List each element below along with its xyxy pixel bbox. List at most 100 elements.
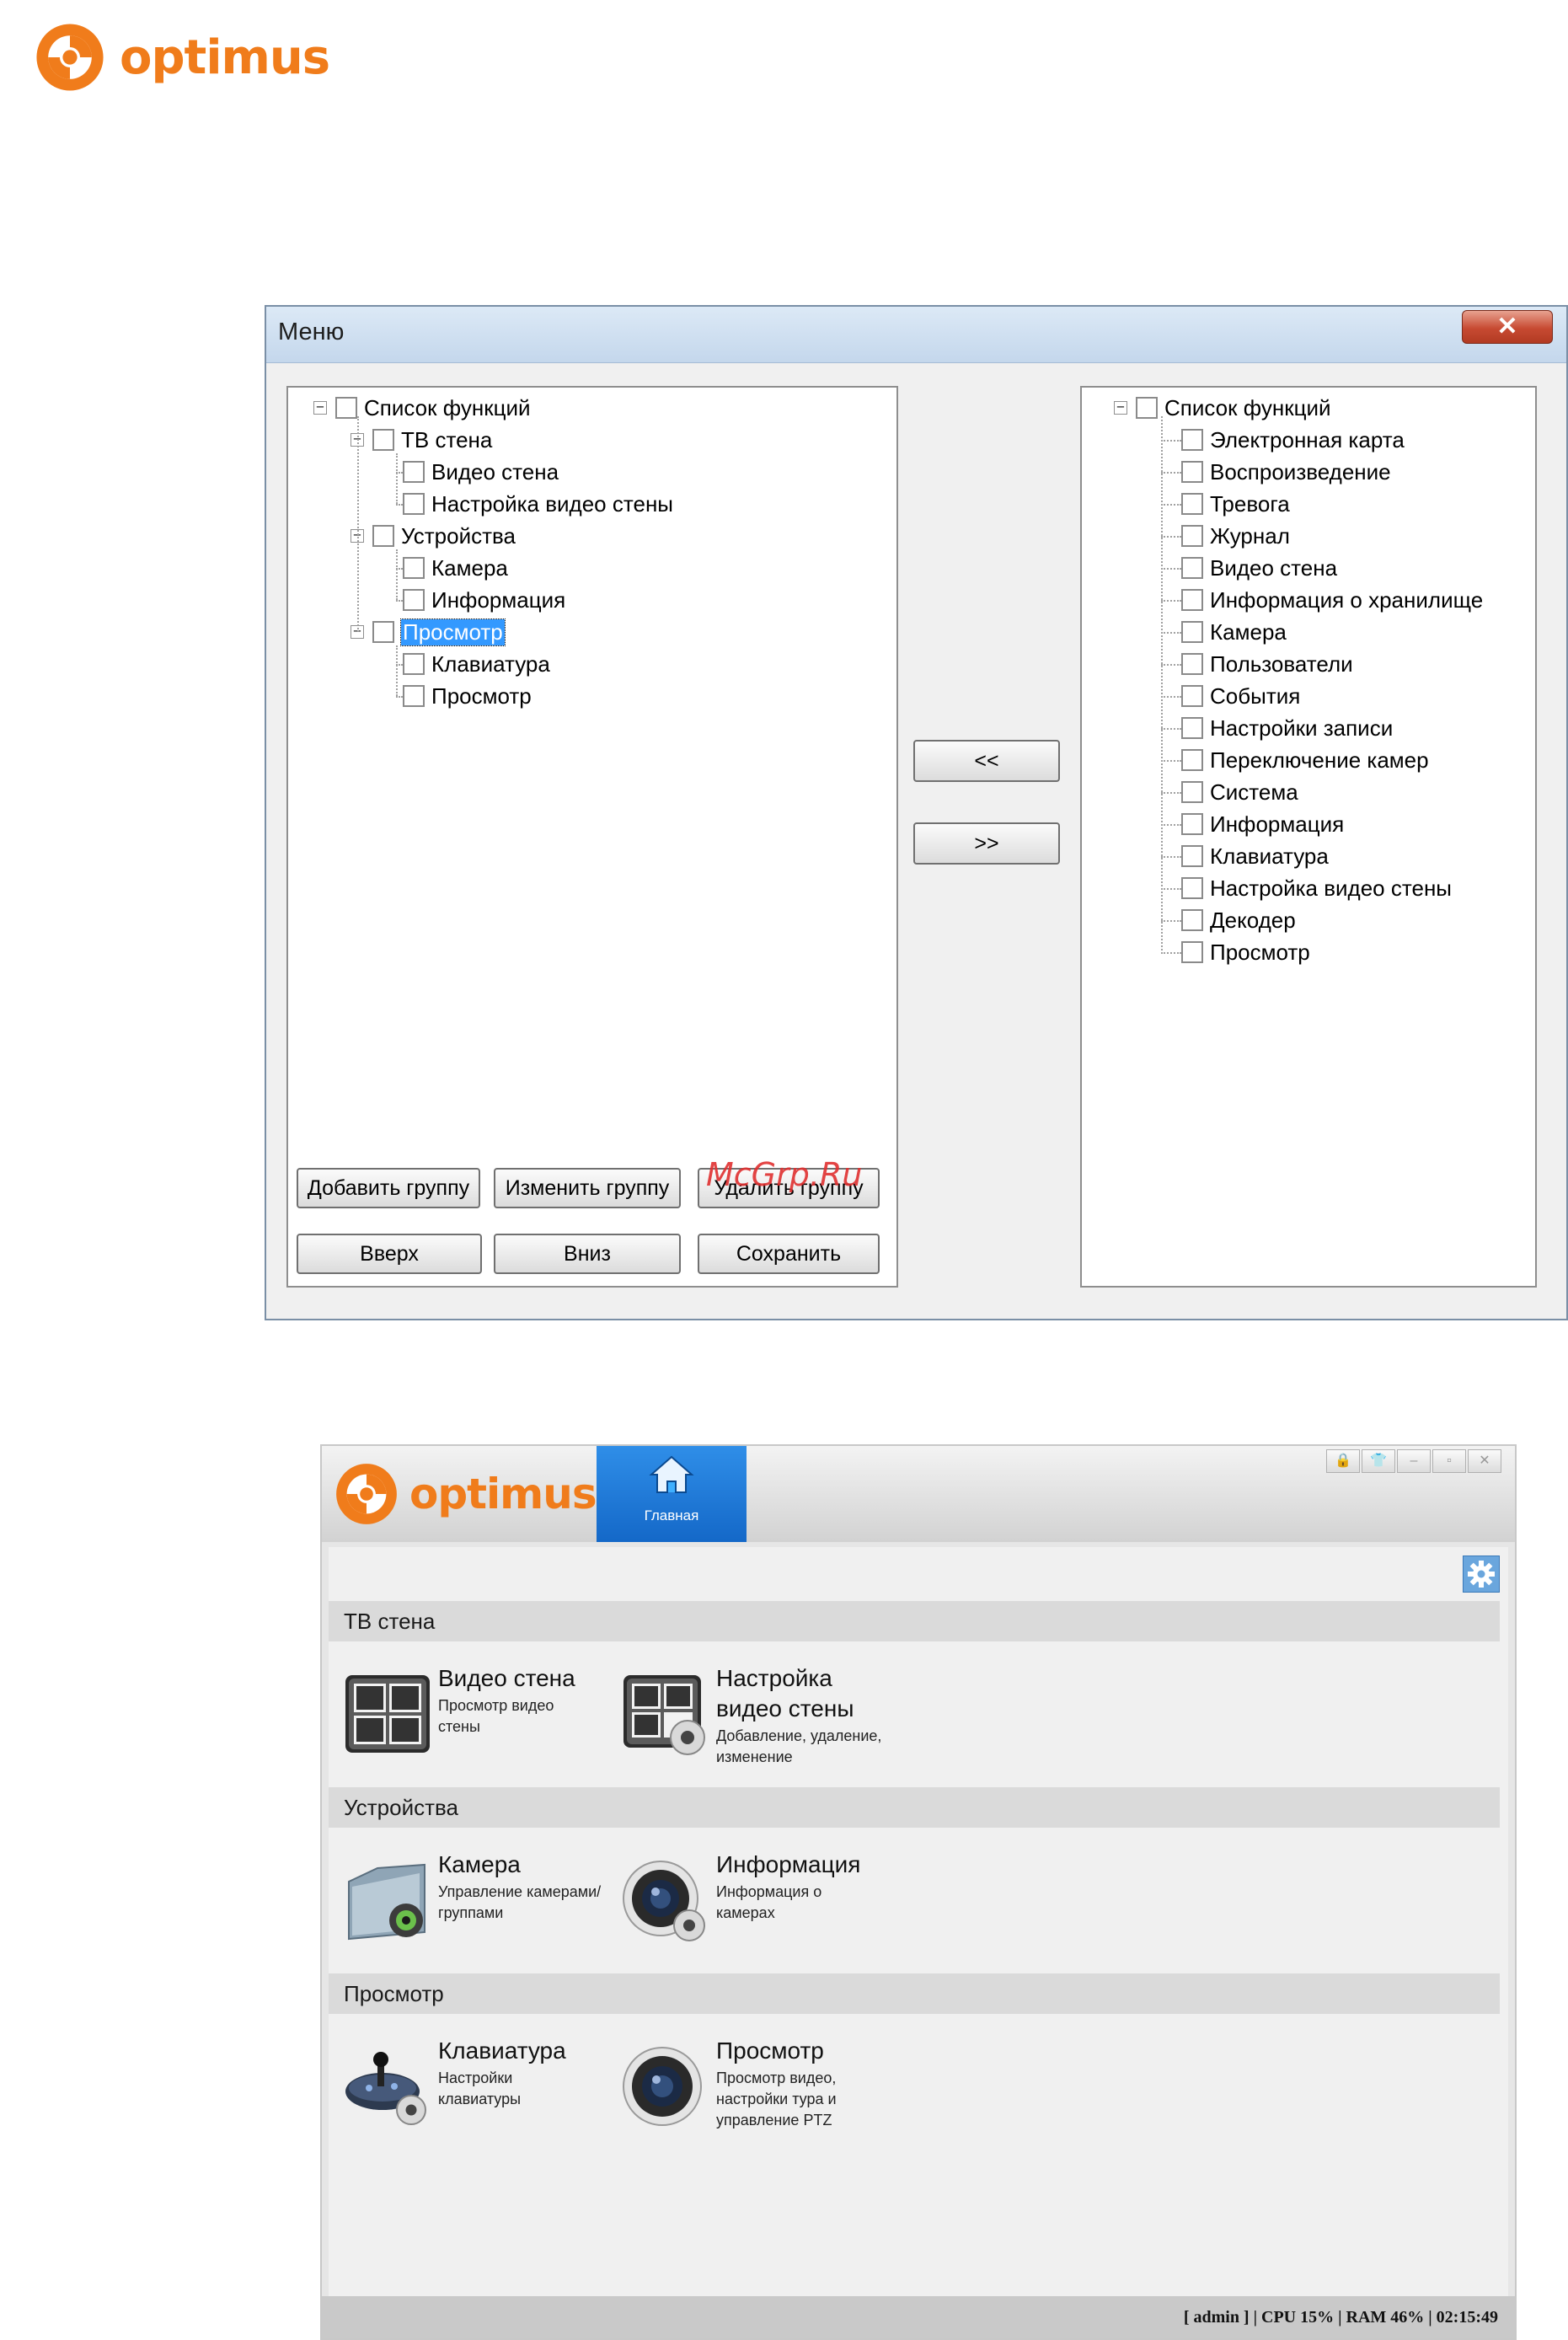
tree-item[interactable]: Электронная карта (1181, 426, 1405, 453)
tree-item-label: ТВ стена (401, 426, 493, 452)
tree-group-2[interactable]: − Просмотр (351, 618, 506, 646)
move-to-left-button[interactable]: << (913, 740, 1060, 782)
tree-checkbox[interactable] (1181, 877, 1203, 899)
tree-connector (1161, 952, 1181, 954)
tree-group-0[interactable]: − ТВ стена (351, 426, 492, 453)
tree-checkbox[interactable] (403, 493, 425, 515)
tile-video-wall[interactable]: Видео стена Просмотр видео стены (344, 1660, 613, 1778)
close-button[interactable]: ✕ (1462, 310, 1553, 344)
lock-icon[interactable]: 🔒 (1326, 1449, 1360, 1473)
tree-item[interactable]: Видео стена (1181, 554, 1337, 581)
tree-item[interactable]: Пользователи (1181, 651, 1353, 677)
tree-item[interactable]: Информация о хранилище (1181, 586, 1483, 613)
settings-button[interactable] (1463, 1556, 1500, 1593)
tree-item[interactable]: Камера (403, 554, 508, 581)
tree-checkbox[interactable] (1181, 845, 1203, 867)
brand-name: optimus (120, 29, 330, 85)
tree-item[interactable]: Система (1181, 779, 1298, 806)
tile-description: Настройки клавиатуры (438, 2070, 522, 2107)
tree-connector (1161, 440, 1181, 442)
tree-item-label: Камера (1210, 618, 1287, 645)
tile-keyboard[interactable]: Клавиатура Настройки клавиатуры (344, 2032, 613, 2150)
move-down-button[interactable]: Вниз (494, 1234, 681, 1274)
tree-item[interactable]: Настройка видео стены (1181, 875, 1452, 902)
camera-info-icon (623, 1861, 705, 1941)
tree-connector (1161, 536, 1181, 538)
close-icon[interactable]: ✕ (1468, 1449, 1501, 1473)
tree-checkbox[interactable] (1181, 685, 1203, 707)
tree-item[interactable]: Просмотр (1181, 939, 1310, 966)
tab-home-label: Главная (644, 1507, 699, 1523)
tree-item[interactable]: События (1181, 683, 1300, 709)
tree-checkbox[interactable] (403, 653, 425, 675)
tree-checkbox[interactable] (372, 621, 394, 643)
tree-checkbox[interactable] (1181, 909, 1203, 931)
move-to-right-button[interactable]: >> (913, 822, 1060, 865)
tree-checkbox[interactable] (1181, 557, 1203, 579)
window-controls: 🔒 👕 – ▫ ✕ (1326, 1449, 1501, 1473)
tree-checkbox[interactable] (403, 461, 425, 483)
tile-camera-info[interactable]: Информация Информация о камерах (622, 1846, 891, 1964)
skin-icon[interactable]: 👕 (1362, 1449, 1395, 1473)
tree-item-label: Устройства (401, 522, 516, 549)
tree-checkbox[interactable] (1181, 653, 1203, 675)
tree-item[interactable]: Переключение камер (1181, 747, 1429, 774)
tree-item[interactable]: Информация (403, 586, 565, 613)
tree-checkbox[interactable] (1181, 717, 1203, 739)
tree-item[interactable]: Декодер (1181, 907, 1296, 934)
app-logo: optimus (334, 1461, 597, 1527)
tree-item[interactable]: Информация (1181, 811, 1344, 838)
tile-view[interactable]: Просмотр Просмотр видео, настройки тура … (622, 2032, 891, 2150)
tree-checkbox[interactable] (1181, 781, 1203, 803)
tree-checkbox[interactable] (1181, 589, 1203, 611)
tree-item-label: Просмотр (1210, 939, 1310, 965)
move-up-button[interactable]: Вверх (297, 1234, 482, 1274)
tree-item[interactable]: Просмотр (403, 683, 532, 709)
tree-item[interactable]: Камера (1181, 618, 1287, 645)
tree-checkbox[interactable] (1181, 525, 1203, 547)
tree-checkbox[interactable] (1181, 941, 1203, 963)
tree-root[interactable]: − Список функций (1114, 394, 1331, 421)
tree-item[interactable]: Журнал (1181, 522, 1290, 549)
tree-connector (1161, 600, 1181, 602)
dialog-titlebar[interactable]: Меню ✕ (266, 307, 1566, 363)
tree-item[interactable]: Тревога (1181, 490, 1290, 517)
collapse-toggle-icon[interactable]: − (1114, 400, 1127, 415)
tree-checkbox[interactable] (403, 589, 425, 611)
section-header-view: Просмотр (329, 1973, 1500, 2014)
tree-checkbox[interactable] (403, 685, 425, 707)
collapse-toggle-icon[interactable]: − (313, 400, 327, 415)
tab-home[interactable]: Главная (597, 1446, 747, 1542)
right-function-tree[interactable]: − Список функций Электронная карта Воспроиз… (1080, 386, 1537, 1288)
minimize-icon[interactable]: – (1397, 1449, 1431, 1473)
add-group-button[interactable]: Добавить группу (297, 1168, 480, 1208)
tile-video-wall-settings[interactable]: Настройка видео стены Добавление, удален… (622, 1660, 891, 1778)
tree-item-label: Просмотр (431, 683, 532, 709)
tree-group-1[interactable]: − Устройства (351, 522, 516, 549)
tree-checkbox[interactable] (403, 557, 425, 579)
tree-checkbox[interactable] (1136, 397, 1158, 419)
tree-checkbox[interactable] (1181, 621, 1203, 643)
tree-item[interactable]: Клавиатура (1181, 843, 1329, 870)
tree-checkbox[interactable] (1181, 461, 1203, 483)
tree-checkbox[interactable] (1181, 429, 1203, 451)
tree-checkbox[interactable] (1181, 749, 1203, 771)
tree-checkbox[interactable] (1181, 493, 1203, 515)
tree-item[interactable]: Воспроизведение (1181, 458, 1391, 485)
tree-checkbox[interactable] (372, 429, 394, 451)
left-function-tree[interactable]: − Список функций − ТВ стена Видео стена Настр… (286, 386, 898, 1288)
tree-item[interactable]: Настройки записи (1181, 715, 1393, 742)
edit-group-button[interactable]: Изменить группу (494, 1168, 681, 1208)
tree-item-label: Настройка видео стены (1210, 875, 1452, 901)
tree-item-label: Видео стена (431, 458, 559, 485)
tree-item[interactable]: Клавиатура (403, 651, 550, 677)
save-button[interactable]: Сохранить (698, 1234, 880, 1274)
tree-root[interactable]: − Список функций (313, 394, 531, 421)
tree-checkbox[interactable] (335, 397, 357, 419)
tree-item[interactable]: Видео стена (403, 458, 559, 485)
tile-camera[interactable]: Камера Управление камерами/группами (344, 1846, 613, 1964)
tree-item[interactable]: Настройка видео стены (403, 490, 673, 517)
tree-checkbox[interactable] (372, 525, 394, 547)
maximize-icon[interactable]: ▫ (1432, 1449, 1466, 1473)
tree-checkbox[interactable] (1181, 813, 1203, 835)
